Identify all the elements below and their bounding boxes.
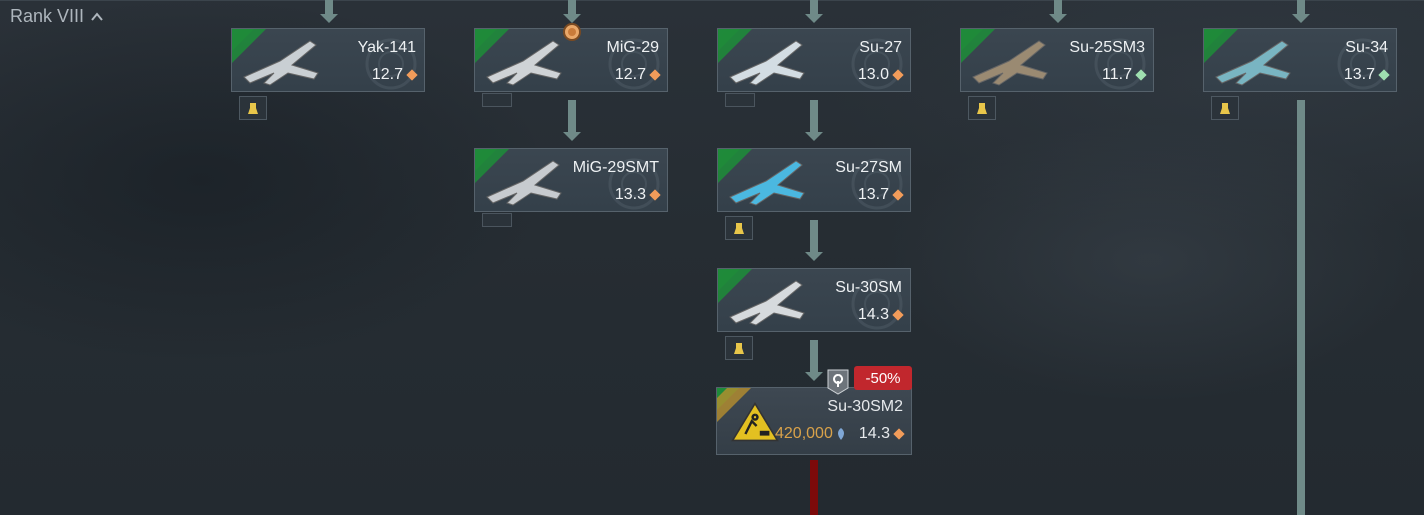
vehicle-card[interactable]: Su-27 13.0 [717, 28, 911, 92]
connector-long [1297, 100, 1305, 515]
chevron-up-icon [91, 11, 103, 21]
crew-badge[interactable] [239, 96, 267, 120]
connector [568, 100, 576, 132]
connector-arrow [805, 14, 823, 23]
battle-rating: 12.7 [614, 66, 661, 84]
vehicle-card[interactable]: Yak-141 12.7 [231, 28, 425, 92]
battle-rating: 12.7 [371, 66, 418, 84]
rank-divider [0, 0, 1424, 1]
variant-slot [482, 93, 512, 107]
br-value: 13.3 [614, 186, 646, 203]
connector [1297, 0, 1305, 14]
br-diamond-icon [892, 309, 904, 321]
research-connector [810, 460, 818, 515]
crew-badge[interactable] [968, 96, 996, 120]
br-value: 14.3 [857, 306, 889, 323]
vehicle-name: Yak-141 [357, 39, 416, 56]
vehicle-name: Su-27 [859, 39, 902, 56]
research-card[interactable]: Su-30SM2 420,000 14.3 [716, 387, 912, 455]
battle-rating: 13.7 [857, 186, 904, 204]
crew-badge[interactable] [1211, 96, 1239, 120]
xs-ribbon-icon [718, 29, 752, 63]
research-points-icon [837, 428, 844, 440]
research-marker-icon [827, 369, 849, 395]
vehicle-card[interactable]: MiG-29SMT 13.3 [474, 148, 668, 212]
connector [568, 0, 576, 14]
vehicle-card[interactable]: Su-30SM 14.3 [717, 268, 911, 332]
crew-icon [734, 223, 744, 234]
battle-rating: 13.0 [857, 66, 904, 84]
connector-arrow [1049, 14, 1067, 23]
connector [810, 100, 818, 132]
br-diamond-icon [892, 189, 904, 201]
br-diamond-icon [1135, 69, 1147, 81]
rank-header[interactable]: Rank VIII [10, 6, 104, 27]
connector [810, 340, 818, 372]
battle-rating: 14.3 [857, 306, 904, 324]
vehicle-name: Su-34 [1345, 39, 1388, 56]
connector-arrow [805, 252, 823, 261]
battle-rating: 13.7 [1343, 66, 1390, 84]
vehicle-card[interactable]: Su-25SM3 11.7 [960, 28, 1154, 92]
xs-ribbon-icon [1204, 29, 1238, 63]
br-value: 13.0 [857, 66, 889, 83]
vehicle-name: MiG-29 [606, 39, 659, 56]
connector-arrow [805, 372, 823, 381]
connector [810, 220, 818, 252]
research-cost: 420,000 [775, 425, 846, 443]
xs-ribbon-icon [718, 269, 752, 303]
battle-rating: 13.3 [614, 186, 661, 204]
connector-arrow [320, 14, 338, 23]
br-value: 13.7 [1343, 66, 1375, 83]
br-value: 13.7 [857, 186, 889, 203]
br-diamond-icon [1378, 69, 1390, 81]
br-value: 12.7 [614, 66, 646, 83]
br-diamond-icon [893, 428, 905, 440]
xs-ribbon-icon [232, 29, 266, 63]
br-value: 12.7 [371, 66, 403, 83]
connector [325, 0, 333, 14]
research-br-value: 14.3 [858, 425, 890, 442]
br-diamond-icon [649, 189, 661, 201]
crew-badge[interactable] [725, 336, 753, 360]
br-value: 11.7 [1102, 66, 1132, 83]
xs-ribbon-icon [475, 149, 509, 183]
br-diamond-icon [649, 69, 661, 81]
crew-icon [1220, 103, 1230, 114]
connector [810, 0, 818, 14]
vehicle-card[interactable]: Su-34 13.7 [1203, 28, 1397, 92]
vehicle-name: MiG-29SMT [572, 159, 659, 176]
variant-slot [725, 93, 755, 107]
vehicle-name: Su-25SM3 [1069, 39, 1145, 56]
xs-ribbon-icon [961, 29, 995, 63]
br-diamond-icon [892, 69, 904, 81]
connector-arrow [563, 132, 581, 141]
crew-icon [248, 103, 258, 114]
connector [1054, 0, 1062, 14]
xs-ribbon-icon [718, 149, 752, 183]
vehicle-card[interactable]: Su-27SM 13.7 [717, 148, 911, 212]
vehicle-name: Su-27SM [835, 159, 902, 176]
unlock-medal-icon [563, 23, 581, 41]
crew-icon [977, 103, 987, 114]
research-br: 14.3 [858, 425, 905, 443]
xs-ribbon-icon [475, 29, 509, 63]
research-cost-value: 420,000 [775, 425, 833, 442]
variant-slot [482, 213, 512, 227]
connector-arrow [1292, 14, 1310, 23]
under-construction-icon [731, 402, 779, 442]
discount-badge: -50% [854, 366, 912, 390]
crew-icon [734, 343, 744, 354]
rank-label: Rank VIII [10, 6, 85, 26]
vehicle-name: Su-30SM [835, 279, 902, 296]
research-name: Su-30SM2 [827, 398, 903, 415]
battle-rating: 11.7 [1102, 66, 1147, 84]
br-diamond-icon [406, 69, 418, 81]
connector-arrow [805, 132, 823, 141]
crew-badge[interactable] [725, 216, 753, 240]
